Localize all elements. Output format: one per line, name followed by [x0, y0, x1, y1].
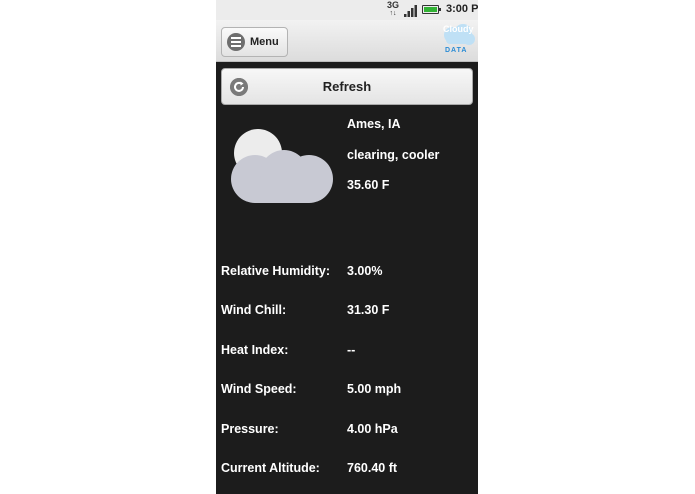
- status-time: 3:00 P: [446, 3, 478, 15]
- signal-strength-icon: [404, 5, 417, 17]
- wind-chill-value: 31.30 F: [347, 303, 390, 317]
- status-bar: 3G ↑↓ 3:00 P: [216, 0, 478, 21]
- temperature-text: 35.60 F: [347, 178, 390, 192]
- data-activity-icon: ↑↓: [389, 10, 397, 17]
- network-type: 3G: [387, 0, 400, 10]
- app-header: Menu Cloudy DATA: [216, 20, 478, 62]
- wind-speed-value: 5.00 mph: [347, 382, 402, 396]
- menu-button-label: Menu: [250, 36, 279, 48]
- pressure-value: 4.00 hPa: [347, 422, 398, 436]
- menu-icon: [227, 33, 245, 51]
- battery-icon: [422, 5, 441, 14]
- logo-text: Cloudy: [443, 24, 474, 34]
- wind-speed-label: Wind Speed:: [221, 382, 297, 396]
- location-text: Ames, IA: [347, 117, 401, 131]
- altitude-value: 760.40 ft: [347, 461, 398, 475]
- altitude-label: Current Altitude:: [221, 461, 320, 475]
- phone-screen: 3G ↑↓ 3:00 P Menu Cloudy DATA Refresh Am…: [216, 0, 478, 494]
- pressure-label: Pressure:: [221, 422, 279, 436]
- wind-chill-label: Wind Chill:: [221, 303, 287, 317]
- menu-button[interactable]: Menu: [221, 27, 288, 57]
- humidity-value: 3.00%: [347, 264, 383, 278]
- condition-text: clearing, cooler: [347, 148, 440, 162]
- refresh-button[interactable]: Refresh: [221, 68, 473, 105]
- humidity-label: Relative Humidity:: [221, 264, 331, 278]
- logo-subtext: DATA: [445, 47, 468, 54]
- refresh-label: Refresh: [322, 79, 372, 94]
- heat-index-value: --: [347, 343, 356, 357]
- battery-level: [424, 7, 437, 12]
- app-logo: Cloudy DATA: [441, 23, 477, 59]
- network-indicator: 3G ↑↓: [387, 0, 400, 18]
- partly-cloudy-icon: [231, 129, 333, 203]
- heat-index-label: Heat Index:: [221, 343, 289, 357]
